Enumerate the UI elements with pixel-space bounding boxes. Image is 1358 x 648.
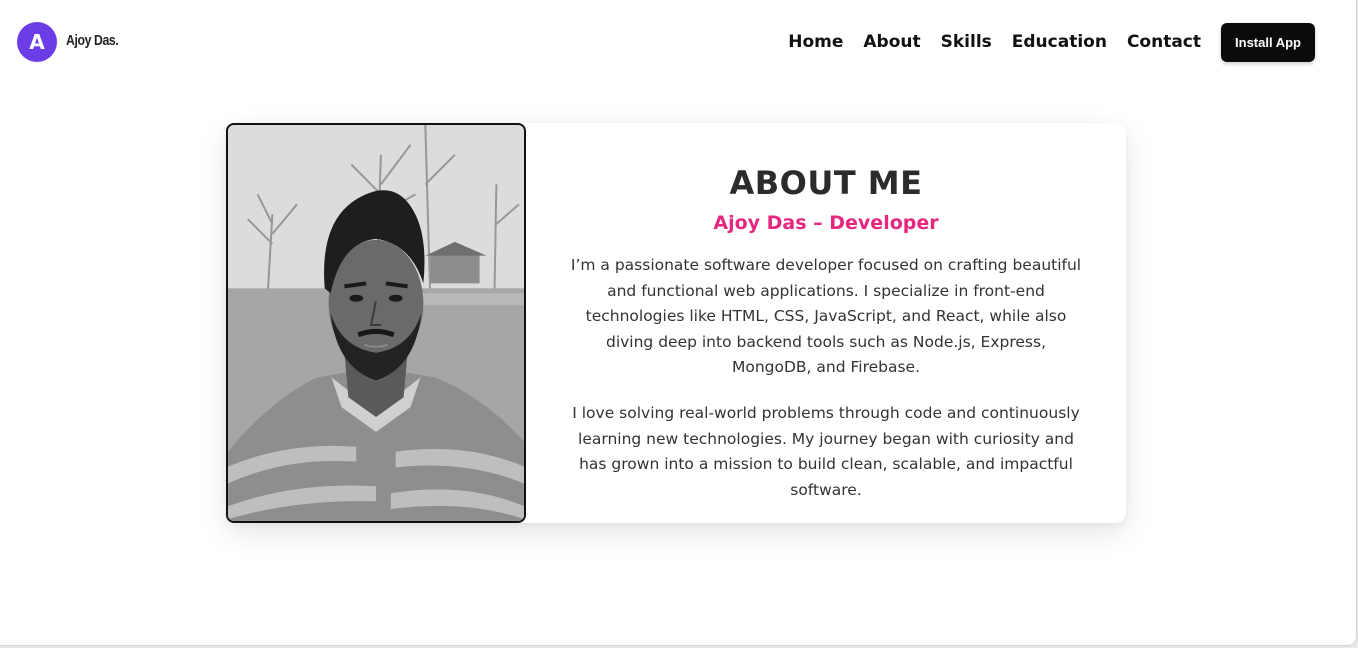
install-app-button[interactable]: Install App [1221, 23, 1315, 62]
profile-photo [226, 123, 526, 523]
about-title: ABOUT ME [729, 164, 923, 202]
page: A Ajoy Das. Home About Skills Education … [0, 0, 1356, 645]
main-nav: Home About Skills Education Contact [788, 31, 1201, 53]
profile-photo-illustration [228, 125, 524, 521]
about-paragraph: I love solving real-world problems throu… [572, 403, 1080, 499]
nav-link-home[interactable]: Home [788, 31, 843, 53]
nav-link-skills[interactable]: Skills [941, 31, 992, 53]
about-paragraph: I’m a passionate software developer focu… [570, 256, 1082, 377]
nav-link-education[interactable]: Education [1012, 31, 1107, 53]
about-content: ABOUT ME Ajoy Das – Developer I’m a pass… [526, 123, 1126, 523]
logo-avatar[interactable]: A [17, 22, 57, 62]
nav-link-about[interactable]: About [863, 31, 920, 53]
about-card: ABOUT ME Ajoy Das – Developer I’m a pass… [226, 123, 1126, 523]
logo-name[interactable]: Ajoy Das. [66, 32, 119, 49]
about-subtitle: Ajoy Das – Developer [713, 212, 939, 234]
nav-link-contact[interactable]: Contact [1127, 31, 1201, 53]
